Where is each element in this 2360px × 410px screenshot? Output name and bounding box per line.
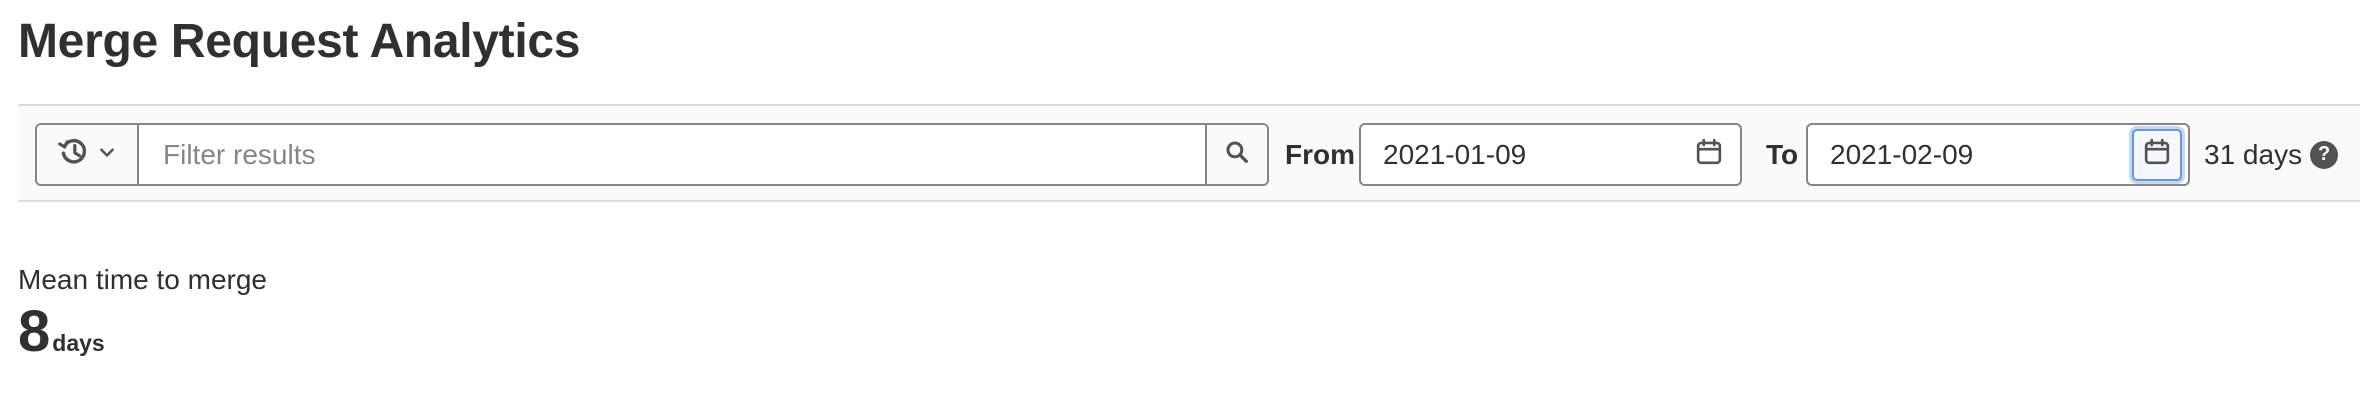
to-date-field[interactable]: 2021-02-09 — [1806, 123, 2190, 186]
filter-bar: From 2021-01-09 To 2021-02-09 — [18, 104, 2360, 202]
search-button[interactable] — [1205, 125, 1267, 184]
metric-mean-time-to-merge: 8days — [18, 298, 105, 365]
question-icon[interactable]: ? — [2310, 140, 2339, 169]
to-date-value: 2021-02-09 — [1830, 138, 1974, 170]
filtered-search — [35, 123, 1269, 186]
to-label: To — [1766, 139, 1799, 170]
calendar-icon — [1695, 138, 1723, 171]
from-calendar-button[interactable] — [1684, 129, 1734, 181]
metric-label-mean-time-to-merge: Mean time to merge — [18, 264, 267, 295]
metric-value: 8 — [18, 299, 51, 364]
days-count: 31 days ? — [2204, 123, 2339, 186]
search-icon — [1225, 140, 1249, 169]
from-date-field[interactable]: 2021-01-09 — [1359, 123, 1742, 186]
to-calendar-button[interactable] — [2132, 128, 2182, 181]
recent-searches-button[interactable] — [37, 125, 139, 184]
days-count-text: 31 days — [2204, 138, 2303, 170]
page-title: Merge Request Analytics — [18, 15, 581, 68]
search-input[interactable] — [139, 125, 1205, 184]
from-label: From — [1285, 139, 1355, 170]
chevron-down-icon — [98, 143, 116, 166]
history-icon — [58, 136, 90, 173]
metric-unit: days — [52, 330, 105, 356]
calendar-icon — [2143, 138, 2171, 171]
from-date-value: 2021-01-09 — [1383, 138, 1527, 170]
